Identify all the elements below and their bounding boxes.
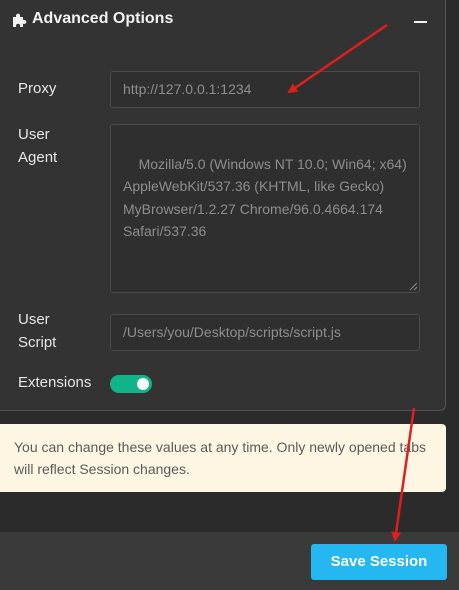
extensions-label: Extensions <box>18 374 92 391</box>
collapse-button[interactable] <box>405 12 435 34</box>
proxy-label: Proxy <box>18 80 57 97</box>
user-agent-textarea[interactable]: Mozilla/5.0 (Windows NT 10.0; Win64; x64… <box>110 124 420 293</box>
advanced-options-panel: Advanced Options Proxy http://127.0.0.1:… <box>0 0 446 411</box>
proxy-input[interactable]: http://127.0.0.1:1234 <box>110 71 420 108</box>
resize-handle-icon[interactable] <box>409 282 418 291</box>
section-header[interactable]: Advanced Options <box>0 0 445 44</box>
minus-icon <box>414 21 427 23</box>
section-title: Advanced Options <box>32 10 174 27</box>
user-script-input[interactable]: /Users/you/Desktop/scripts/script.js <box>110 314 420 351</box>
extensions-toggle[interactable] <box>110 375 152 393</box>
puzzle-icon <box>13 13 27 27</box>
user-agent-value: Mozilla/5.0 (Windows NT 10.0; Win64; x64… <box>123 155 410 240</box>
user-script-label: User Script <box>18 311 57 351</box>
user-agent-label: User Agent <box>18 126 58 166</box>
notice-text: You can change these values at any time.… <box>14 439 426 477</box>
toggle-knob <box>137 378 149 390</box>
save-session-button[interactable]: Save Session <box>311 544 447 580</box>
notice-banner: You can change these values at any time.… <box>0 424 446 492</box>
